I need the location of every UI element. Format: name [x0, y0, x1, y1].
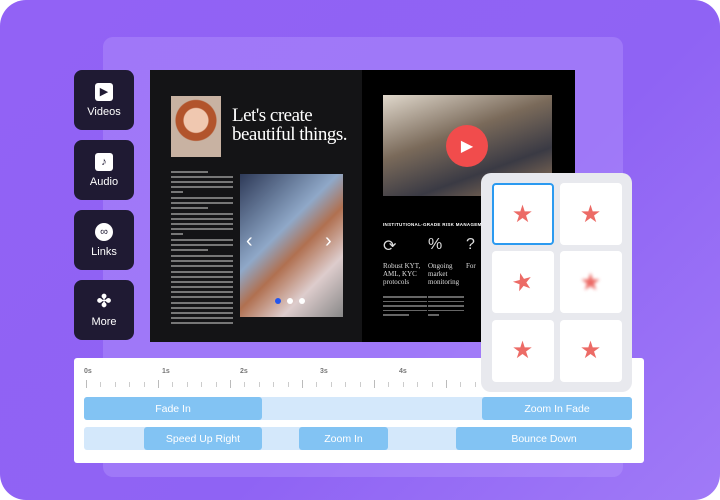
- ruler-tick: [201, 382, 203, 387]
- headline-line: beautiful things.: [232, 124, 347, 145]
- sidebar-label: More: [91, 315, 117, 328]
- video-clapper-icon: ▶: [95, 82, 113, 101]
- ruler-tick: [431, 382, 433, 387]
- ruler-tick: [273, 382, 275, 387]
- sidebar-item-videos[interactable]: ▶ Videos: [74, 70, 134, 130]
- feature-item: ⟳ Robust KYT, AML, KYC protocols: [383, 236, 427, 319]
- sidebar-item-more[interactable]: ✤ More: [74, 280, 134, 340]
- ruler-tick: [402, 382, 404, 387]
- question-icon: ?: [466, 236, 475, 253]
- animation-panel: ★ ★ ★ ★ ★ ★: [481, 173, 632, 392]
- music-note-icon: ♪: [95, 152, 113, 171]
- track-2: Speed Up Right Zoom In Bounce Down: [84, 427, 632, 450]
- sidebar-item-audio[interactable]: ♪ Audio: [74, 140, 134, 200]
- ruler-tick: [345, 382, 347, 387]
- ruler-tick: [186, 382, 188, 387]
- animation-spin[interactable]: ★: [491, 251, 554, 314]
- star-expand-icon: ★: [511, 200, 534, 228]
- portrait-image: [171, 96, 221, 157]
- animation-zoom-in-fade[interactable]: ★: [491, 183, 554, 245]
- ruler-label: 4s: [399, 368, 407, 375]
- clip-zoom-in-fade[interactable]: Zoom In Fade: [482, 397, 632, 420]
- sidebar-label: Audio: [89, 175, 119, 188]
- ruler-tick: [143, 382, 145, 387]
- ruler-label: 2s: [240, 368, 248, 375]
- sidebar-item-links[interactable]: ∞ Links: [74, 210, 134, 270]
- carousel-dots[interactable]: [275, 298, 305, 304]
- ruler-tick: [446, 380, 447, 388]
- animation-slide-right[interactable]: ★: [559, 319, 622, 382]
- clip-bounce-down[interactable]: Bounce Down: [456, 427, 632, 450]
- percent-icon: %: [428, 236, 443, 253]
- ruler-tick: [316, 382, 318, 387]
- headline-line: Let's create: [232, 105, 313, 126]
- body-text: [171, 171, 233, 327]
- star-right-icon: ★: [579, 337, 602, 365]
- feature-title: Ongoing market monitoring: [428, 262, 460, 286]
- ruler-tick: [460, 382, 462, 387]
- star-blur-icon: ★: [579, 268, 602, 296]
- ruler-tick: [230, 380, 231, 388]
- ruler-label: 0s: [84, 368, 92, 375]
- ruler-label: 1s: [162, 368, 170, 375]
- carousel-next-icon[interactable]: ›: [325, 230, 332, 253]
- grid-icon: ✤: [96, 291, 112, 311]
- headline: Let's create beautiful things.: [232, 106, 347, 144]
- ruler-tick: [129, 382, 131, 387]
- star-left-icon: ★: [511, 337, 534, 365]
- carousel-dot[interactable]: [287, 298, 293, 304]
- track-1: Fade In Zoom In Fade: [84, 397, 632, 420]
- link-icon: ∞: [95, 222, 113, 241]
- ruler-tick: [474, 382, 476, 387]
- animation-zoom-in[interactable]: ★: [559, 183, 622, 245]
- ruler-tick: [244, 382, 246, 387]
- ruler-tick: [388, 382, 390, 387]
- star-rotate-icon: ★: [508, 266, 537, 299]
- ruler-label: 3s: [320, 368, 328, 375]
- ruler-tick: [417, 382, 419, 387]
- feature-title: Robust KYT, AML, KYC protocols: [383, 262, 421, 286]
- ruler-tick: [158, 380, 159, 388]
- ruler-tick: [374, 380, 375, 388]
- ruler-tick: [172, 382, 174, 387]
- ruler-tick: [86, 380, 87, 388]
- animation-blur[interactable]: ★: [559, 251, 622, 314]
- ruler-tick: [287, 382, 289, 387]
- ruler-tick: [359, 382, 361, 387]
- sidebar-label: Videos: [87, 105, 121, 118]
- ruler-tick: [302, 380, 303, 388]
- animation-slide-left[interactable]: ★: [491, 319, 554, 382]
- feature-item: % Ongoing market monitoring: [428, 236, 464, 319]
- play-icon[interactable]: ▶: [446, 125, 488, 167]
- ruler-tick: [100, 382, 102, 387]
- clip-speed-up-right[interactable]: Speed Up Right: [144, 427, 262, 450]
- feature-item: ? For: [466, 236, 482, 270]
- clip-fade-in[interactable]: Fade In: [84, 397, 262, 420]
- carousel-prev-icon[interactable]: ‹: [246, 230, 253, 253]
- carousel-dot[interactable]: [275, 298, 281, 304]
- carousel-dot[interactable]: [299, 298, 305, 304]
- document-left-page: Let's create beautiful things. ‹ ›: [150, 70, 362, 342]
- ruler-tick: [215, 382, 217, 387]
- feature-title: For: [466, 262, 476, 270]
- sidebar-label: Links: [91, 245, 117, 258]
- ruler-tick: [258, 382, 260, 387]
- refresh-icon: ⟳: [383, 238, 397, 255]
- ruler-tick: [114, 382, 116, 387]
- star-shrink-icon: ★: [579, 200, 602, 228]
- ruler-tick: [330, 382, 332, 387]
- clip-zoom-in[interactable]: Zoom In: [299, 427, 388, 450]
